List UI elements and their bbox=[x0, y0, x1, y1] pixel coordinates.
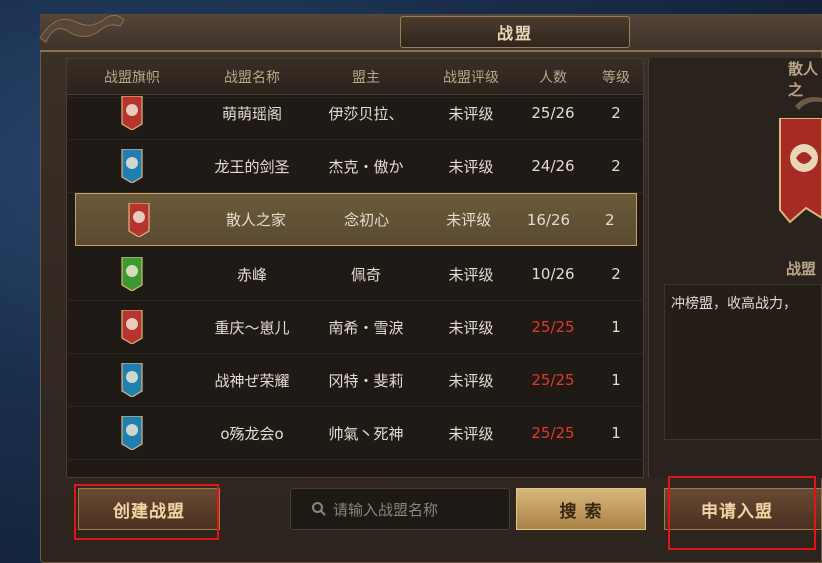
alliance-flag-icon bbox=[121, 416, 143, 450]
alliance-flag-icon bbox=[121, 96, 143, 130]
alliance-members: 25/26 bbox=[531, 104, 575, 122]
alliance-members: 25/25 bbox=[531, 424, 575, 442]
header-level: 等级 bbox=[602, 69, 630, 86]
alliance-name: 战神ぜ荣耀 bbox=[214, 371, 290, 390]
dragon-ornament-icon bbox=[39, 14, 125, 43]
alliance-name: 散人之家 bbox=[225, 211, 286, 229]
alliance-level: 1 bbox=[611, 371, 621, 389]
alliance-flag-icon bbox=[121, 363, 143, 397]
alliance-leader: 南希・雪淚 bbox=[328, 318, 404, 337]
search-input[interactable]: 请输入战盟名称 bbox=[290, 488, 510, 530]
alliance-rank: 未评级 bbox=[448, 424, 494, 443]
alliance-level: 1 bbox=[611, 318, 621, 336]
alliance-level: 2 bbox=[604, 210, 615, 229]
alliance-rank: 未评级 bbox=[448, 371, 494, 390]
alliance-leader: 伊莎贝拉、 bbox=[328, 104, 404, 123]
alliance-level: 2 bbox=[611, 104, 621, 122]
alliance-leader: 帅氣丶死神 bbox=[328, 424, 404, 443]
table-row[interactable]: 战神ぜ荣耀 冈特・斐莉 未评级 25/25 1 bbox=[67, 354, 643, 407]
table-row[interactable]: 重庆～崽儿 南希・雪淚 未评级 25/25 1 bbox=[67, 301, 643, 354]
flag-cell bbox=[67, 310, 197, 344]
alliance-leader: 杰克・傲か bbox=[328, 157, 404, 176]
alliance-rank: 未评级 bbox=[448, 265, 494, 284]
alliance-flag-icon bbox=[121, 149, 143, 183]
flag-cell bbox=[67, 96, 197, 130]
alliance-members: 25/25 bbox=[531, 371, 575, 389]
table-row[interactable]: 散人之家 念初心 未评级 16/26 2 bbox=[75, 193, 637, 246]
alliance-level: 2 bbox=[611, 265, 621, 283]
header-rank: 战盟评级 bbox=[443, 69, 499, 86]
alliance-level: 1 bbox=[611, 424, 621, 442]
alliance-rank: 未评级 bbox=[448, 104, 494, 123]
window-title: 战盟 bbox=[400, 16, 630, 48]
alliance-members: 10/26 bbox=[531, 265, 575, 283]
search-icon bbox=[312, 502, 326, 516]
alliance-leader: 冈特・斐莉 bbox=[328, 371, 404, 390]
alliance-name: 赤峰 bbox=[236, 265, 267, 284]
alliance-level: 2 bbox=[611, 157, 621, 175]
alliance-name: 重庆～崽儿 bbox=[214, 318, 290, 337]
header-flag: 战盟旗帜 bbox=[104, 69, 160, 86]
alliance-members: 25/25 bbox=[531, 318, 575, 336]
flag-cell bbox=[67, 363, 197, 397]
alliance-flag-icon bbox=[121, 257, 143, 291]
header-name: 战盟名称 bbox=[224, 69, 280, 86]
search-button[interactable]: 搜 索 bbox=[516, 488, 646, 530]
alliance-name: o殇龙会o bbox=[220, 424, 284, 443]
table-row[interactable]: 赤峰 佩奇 未评级 10/26 2 bbox=[67, 248, 643, 301]
detail-name-label: 战盟 bbox=[786, 260, 817, 278]
alliance-members: 24/26 bbox=[531, 157, 575, 175]
alliance-name: 龙王的剑圣 bbox=[214, 157, 290, 176]
flag-cell bbox=[67, 416, 197, 450]
alliance-rank: 未评级 bbox=[448, 318, 494, 337]
alliance-name: 萌萌瑶阁 bbox=[221, 104, 282, 123]
alliance-flag-icon bbox=[121, 310, 143, 344]
search-placeholder: 请输入战盟名称 bbox=[333, 500, 439, 519]
highlight-box bbox=[74, 484, 219, 540]
header-leader: 盟主 bbox=[352, 69, 380, 86]
header-members: 人数 bbox=[539, 69, 567, 86]
alliance-members: 16/26 bbox=[526, 210, 571, 229]
flag-cell bbox=[67, 257, 197, 291]
alliance-list[interactable]: 桐缘楼南韵未评级25/26萌萌瑶阁伊莎贝拉、未评级25/262龙王的剑圣杰克・傲… bbox=[66, 58, 644, 478]
highlight-box bbox=[668, 476, 816, 550]
table-row[interactable]: 龙王的剑圣 杰克・傲か 未评级 24/26 2 bbox=[67, 140, 643, 193]
alliance-rank: 未评级 bbox=[446, 211, 492, 229]
detail-description: 冲榜盟，收高战力， bbox=[664, 284, 822, 440]
alliance-leader: 念初心 bbox=[344, 211, 390, 229]
flag-cell bbox=[67, 149, 197, 183]
alliance-leader: 佩奇 bbox=[350, 265, 381, 284]
lion-banner-icon bbox=[779, 118, 822, 224]
alliance-rank: 未评级 bbox=[448, 157, 494, 176]
flag-cell bbox=[76, 202, 202, 237]
alliance-flag-icon bbox=[128, 202, 150, 237]
ornament-icon bbox=[795, 97, 822, 110]
list-header: 战盟旗帜 战盟名称 盟主 战盟评级 人数 等级 bbox=[67, 59, 643, 95]
table-row[interactable]: o殇龙会o 帅氣丶死神 未评级 25/25 1 bbox=[67, 407, 643, 460]
